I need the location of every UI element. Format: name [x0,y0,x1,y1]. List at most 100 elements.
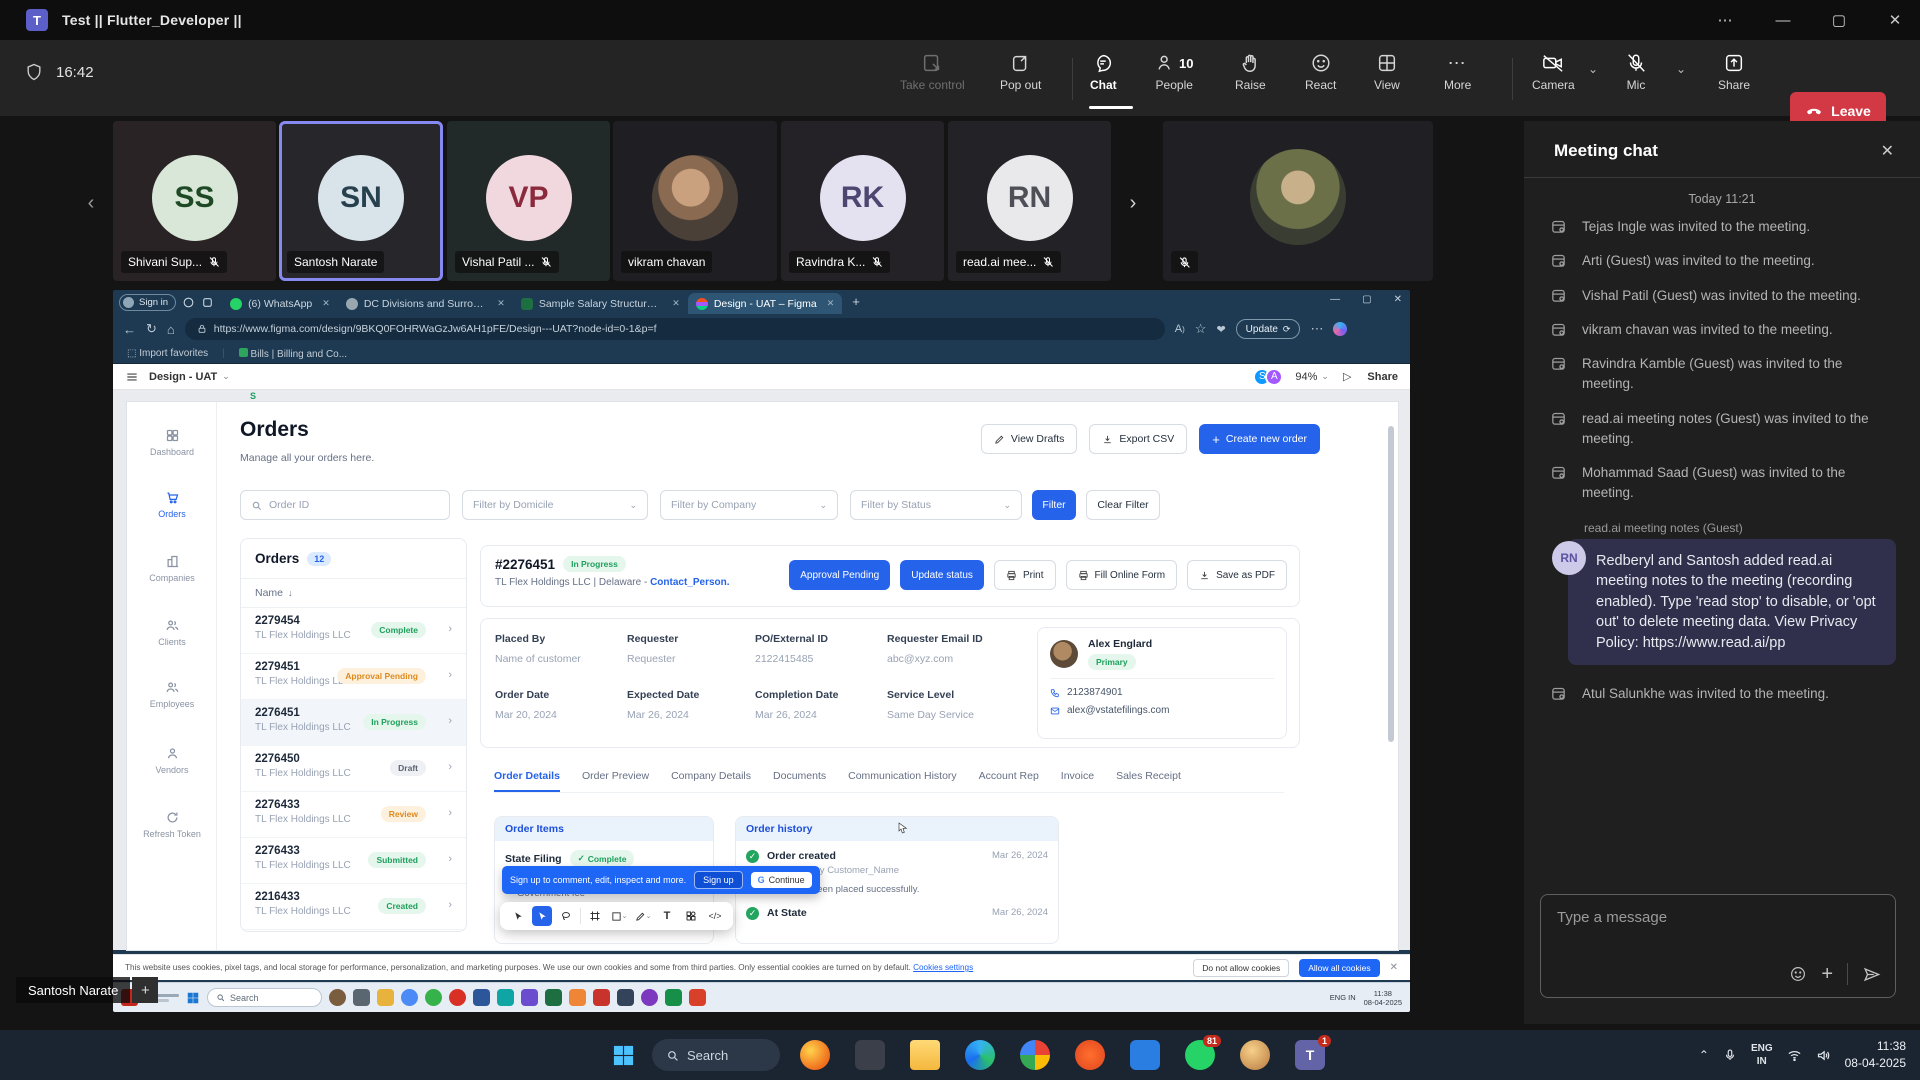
strip-next-chevron-icon[interactable]: › [1122,192,1144,214]
refresh-icon[interactable]: ↻ [146,321,157,337]
new-tab-button[interactable]: + [852,294,860,309]
collaborator-avatar[interactable]: A [1265,368,1283,386]
raise-hand-button[interactable]: Raise [1235,52,1266,92]
more-button[interactable]: ⋯ More [1444,52,1471,92]
export-csv-button[interactable]: Export CSV [1089,424,1187,454]
sidebar-item-dashboard[interactable]: Dashboard [127,428,217,457]
attach-plus-icon[interactable]: + [1821,964,1833,984]
contact-phone[interactable]: 2123874901 [1050,678,1274,698]
pop-out-button[interactable]: Pop out [1000,52,1041,92]
zoom-chevron-icon[interactable]: ⌄ [1321,371,1329,382]
design-scrollbar[interactable] [1388,426,1394,742]
taskbar-app-icon[interactable] [855,1040,885,1070]
share-button[interactable]: Share [1718,52,1750,92]
language-indicator[interactable]: ENGIN [1751,1042,1773,1068]
app-icon[interactable] [473,989,490,1006]
tab-account-rep[interactable]: Account Rep [979,770,1039,792]
video-tile-large[interactable] [1163,121,1433,281]
view-button[interactable]: View [1374,52,1400,92]
app-icon[interactable] [497,989,514,1006]
clear-filter-button[interactable]: Clear Filter [1086,490,1160,520]
taskbar-app-whatsapp[interactable]: 81 [1185,1040,1215,1070]
taskbar-app-chrome[interactable] [1020,1040,1050,1070]
filter-company-select[interactable]: Filter by Company⌄ [660,490,838,520]
figma-canvas[interactable]: S Dashboard Orders Companies C [113,390,1410,950]
app-icon[interactable] [689,989,706,1006]
video-tile[interactable]: vikram chavan [613,121,777,281]
strip-prev-chevron-icon[interactable]: ‹ [80,192,102,214]
move-tool-icon-selected[interactable] [532,906,552,926]
presenter-pin-button[interactable]: + [132,977,158,1003]
cookies-settings-link[interactable]: Cookies settings [913,963,973,972]
app-icon[interactable] [545,989,562,1006]
video-tile[interactable]: VP Vishal Patil ... [447,121,610,281]
tab-close-icon[interactable]: ✕ [672,298,680,309]
create-new-order-button[interactable]: + Create new order [1199,424,1320,454]
sidebar-item-vendors[interactable]: Vendors [127,746,217,775]
shared-search-box[interactable]: Search [207,988,322,1007]
app-icon[interactable] [665,989,682,1006]
minimize-button[interactable]: — [1760,0,1806,40]
taskbar-app-teams[interactable]: T 1 [1295,1040,1325,1070]
maximize-button[interactable]: ▢ [1816,0,1862,40]
order-list-row[interactable]: 2276433TL Flex Holdings LLC Review› [241,792,466,838]
allow-cookies-button[interactable]: Allow all cookies [1299,959,1379,977]
send-icon[interactable] [1862,965,1881,984]
doc-title-chevron-icon[interactable]: ⌄ [222,371,230,382]
copilot-color-icon[interactable] [1333,322,1347,336]
tab-close-icon[interactable]: ✕ [497,298,505,309]
video-tile[interactable]: RK Ravindra K... [781,121,944,281]
fill-online-form-button[interactable]: Fill Online Form [1066,560,1178,590]
tab-close-icon[interactable]: ✕ [322,298,330,309]
dev-mode-icon[interactable]: </> [705,906,725,926]
home-icon[interactable]: ⌂ [167,322,175,337]
browser-signin-button[interactable]: Sign in [119,294,176,311]
tab-documents[interactable]: Documents [773,770,826,792]
volume-icon[interactable] [1816,1048,1831,1063]
video-tile-active-speaker[interactable]: SN Santosh Narate [279,121,443,281]
app-icon[interactable] [593,989,610,1006]
window-options-icon[interactable]: ⋯ [1702,0,1748,40]
tab-sales-receipt[interactable]: Sales Receipt [1116,770,1181,792]
column-header-name[interactable]: Name↓ [241,579,466,608]
order-list-row[interactable]: 2276450TL Flex Holdings LLC Draft› [241,746,466,792]
wifi-icon[interactable] [1787,1048,1802,1063]
emoji-icon[interactable] [1789,965,1807,983]
browser-update-button[interactable]: Update⟳ [1236,319,1301,339]
figma-doc-title[interactable]: Design - UAT [149,371,217,383]
taskbar-app-firefox[interactable] [800,1040,830,1070]
mic-button[interactable]: Mic [1625,52,1647,92]
tab-order-details[interactable]: Order Details [494,770,560,792]
sidebar-item-clients[interactable]: Clients [127,618,217,647]
tray-chevron-icon[interactable]: ⌃ [1699,1048,1709,1062]
sidebar-item-refresh-token[interactable]: Refresh Token [127,810,217,839]
mic-options-chevron[interactable]: ⌄ [1676,62,1686,76]
app-icon[interactable] [377,989,394,1006]
read-aloud-icon[interactable]: A) [1175,323,1185,335]
url-field[interactable]: https://www.figma.com/design/9BKQ0FOHRWa… [185,318,1165,340]
app-icon[interactable] [641,989,658,1006]
sign-up-button[interactable]: Sign up [694,871,743,889]
video-tile[interactable]: RN read.ai mee... [948,121,1111,281]
chat-close-icon[interactable]: ✕ [1881,141,1894,161]
camera-options-chevron[interactable]: ⌄ [1588,62,1598,76]
filter-status-select[interactable]: Filter by Status⌄ [850,490,1022,520]
taskbar-clock[interactable]: 11:3808-04-2025 [1845,1038,1906,1073]
shared-system-tray[interactable]: ENG IN 11:3808-04-2025 [1330,989,1402,1007]
app-icon[interactable] [329,989,346,1006]
browser-tab[interactable]: (6) WhatsApp✕ [222,293,338,314]
tray-mic-icon[interactable] [1723,1048,1737,1062]
view-drafts-button[interactable]: View Drafts [981,424,1078,454]
taskbar-search[interactable]: Search [652,1039,780,1071]
browser-minimize[interactable]: — [1330,294,1340,305]
canvas-page-label[interactable]: S [250,391,256,401]
filter-domicile-select[interactable]: Filter by Domicile⌄ [462,490,648,520]
cursor-tool-icon[interactable] [508,906,528,926]
frame-tool-icon[interactable] [585,906,605,926]
sidebar-item-companies[interactable]: Companies [127,554,217,583]
pen-tool-icon[interactable]: ⌄ [633,906,653,926]
app-icon[interactable] [521,989,538,1006]
taskbar-app-profile[interactable] [1240,1040,1270,1070]
back-icon[interactable]: ← [123,322,136,337]
cookie-close-icon[interactable]: ✕ [1390,962,1398,973]
